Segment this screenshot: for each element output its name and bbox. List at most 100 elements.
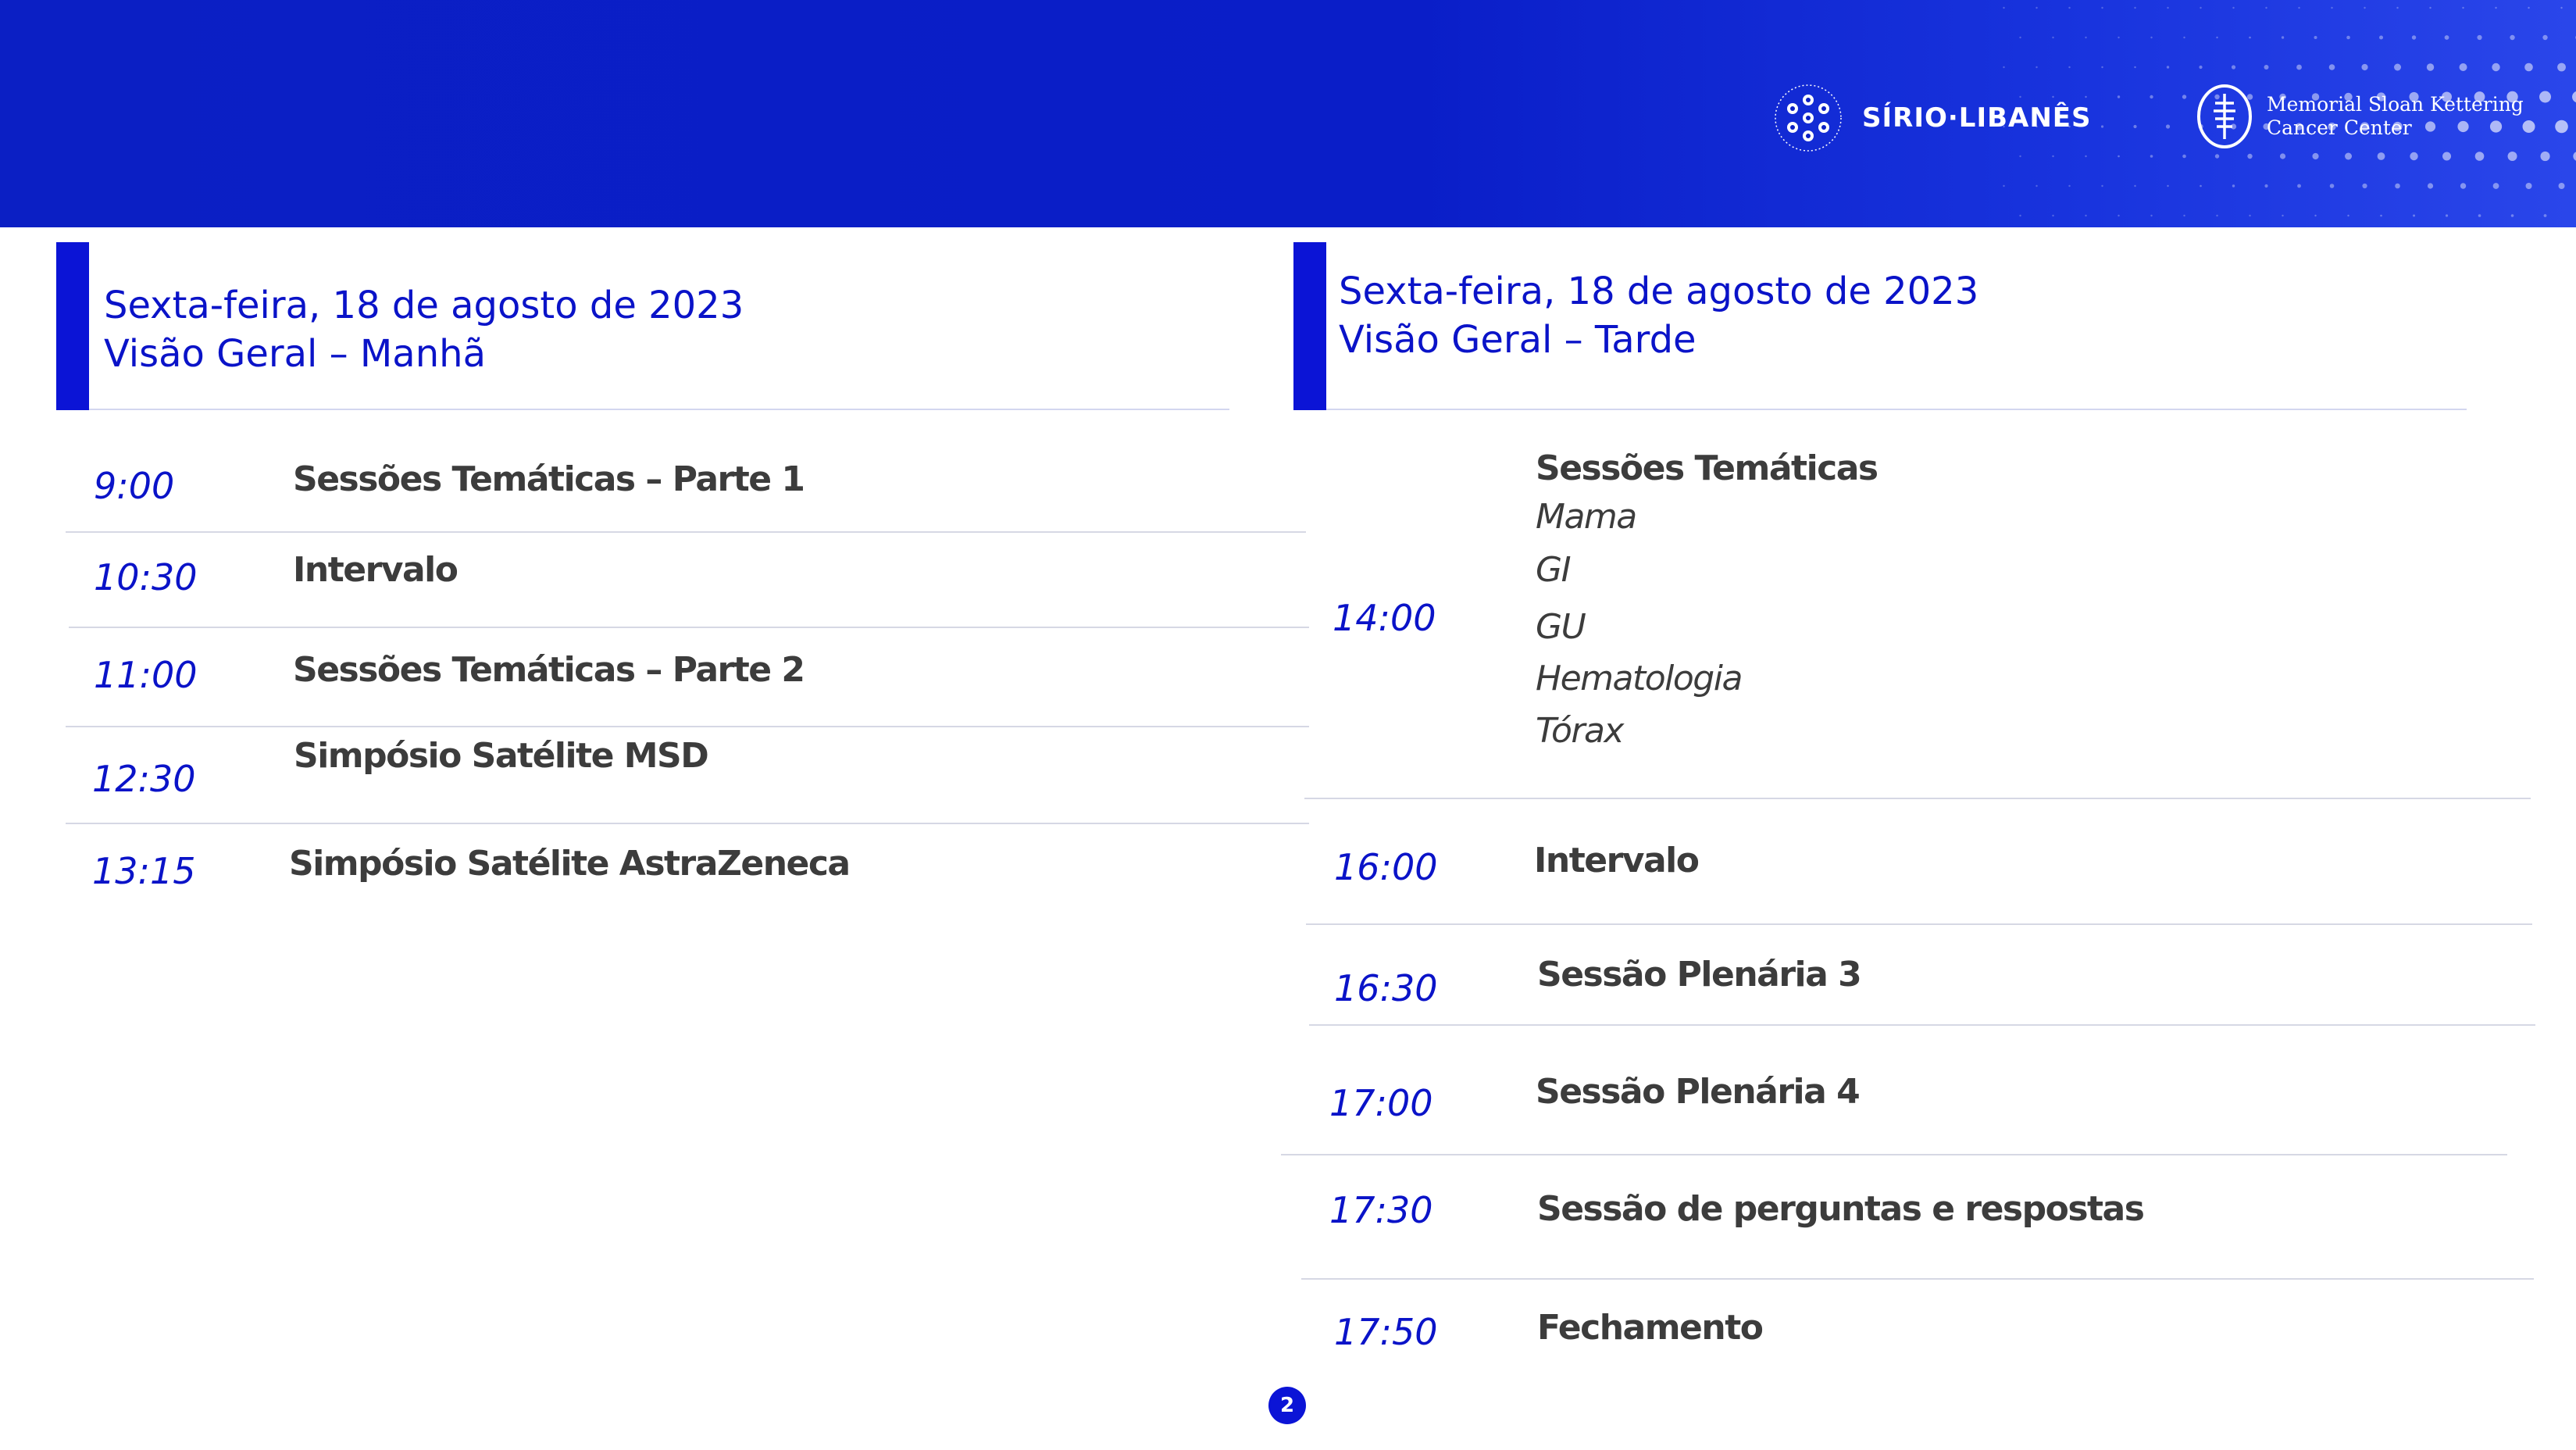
decorative-dot — [2117, 95, 2121, 98]
decorative-dot — [2232, 6, 2235, 9]
decorative-dot — [2445, 214, 2449, 217]
decorative-dot — [2019, 155, 2021, 158]
decorative-dot — [2249, 214, 2251, 217]
morning-session-title: Simpósio Satélite AstraZeneca — [289, 844, 851, 884]
decorative-dot — [2573, 152, 2576, 161]
row-divider — [66, 726, 1309, 727]
afternoon-subtitle: Visão Geral – Tarde — [1339, 318, 1697, 362]
decorative-dot — [2539, 91, 2552, 103]
decorative-dot — [2035, 6, 2038, 9]
row-divider — [1304, 798, 2531, 799]
decorative-dot — [2380, 214, 2382, 217]
decorative-dot — [2085, 36, 2087, 39]
afternoon-title-divider — [1326, 409, 2467, 410]
morning-session-title: Intervalo — [293, 550, 458, 590]
decorative-dot — [2265, 6, 2267, 9]
row-divider — [66, 531, 1306, 533]
decorative-dot — [2510, 214, 2514, 217]
decorative-dot — [2167, 184, 2169, 188]
decorative-dot — [2312, 152, 2319, 160]
morning-date: Sexta-feira, 18 de agosto de 2023 — [104, 284, 744, 327]
decorative-dot — [2264, 184, 2268, 188]
decorative-dot — [2200, 184, 2202, 188]
decorative-dot — [2183, 36, 2185, 39]
decorative-dot — [2492, 183, 2499, 189]
decorative-dot — [2133, 124, 2137, 129]
msk-logo: Memorial Sloan Kettering Cancer Center — [2195, 81, 2524, 152]
decorative-dot — [2462, 6, 2464, 9]
decorative-dot — [2510, 34, 2515, 41]
decorative-dot — [2429, 6, 2432, 9]
decorative-dot — [2003, 66, 2005, 69]
decorative-dot — [2296, 64, 2302, 70]
morning-time: 10:30 — [94, 556, 198, 598]
decorative-dot — [2068, 184, 2071, 188]
decorative-dot — [2200, 6, 2202, 9]
decorative-dot — [2298, 6, 2300, 9]
decorative-dot — [2427, 183, 2434, 189]
decorative-dot — [2003, 184, 2005, 188]
decorative-dot — [2460, 183, 2467, 189]
decorative-dot — [2085, 155, 2087, 158]
decorative-dot — [2100, 125, 2104, 128]
decorative-dot — [2101, 66, 2103, 69]
decorative-dot — [2166, 66, 2170, 69]
afternoon-time: 16:00 — [1334, 846, 1438, 888]
decorative-dot — [2019, 214, 2021, 217]
decorative-dot — [2264, 65, 2269, 70]
decorative-dot — [2232, 184, 2235, 188]
morning-session-title: Simpósio Satélite MSD — [294, 736, 709, 776]
decorative-dot — [2410, 152, 2418, 161]
decorative-dot — [2199, 65, 2203, 70]
msk-emblem-icon — [2197, 84, 2252, 148]
decorative-dot — [2540, 151, 2550, 162]
decorative-dot — [2345, 152, 2353, 160]
decorative-dot — [2542, 34, 2548, 41]
decorative-dot — [2216, 36, 2218, 39]
sirio-libanes-logo: SÍRIO·LIBANÊS — [1773, 83, 2092, 153]
decorative-dot — [2444, 35, 2449, 40]
decorative-dot — [2442, 152, 2452, 161]
decorative-dot — [2150, 155, 2153, 158]
page-number-badge: 2 — [1268, 1387, 1306, 1424]
decorative-dot — [2413, 214, 2416, 217]
afternoon-time: 17:00 — [1329, 1082, 1433, 1124]
decorative-dot — [2525, 183, 2532, 189]
decorative-dot — [2279, 153, 2286, 159]
msk-name-line1: Memorial Sloan Kettering — [2267, 93, 2524, 116]
afternoon-topic: Hematologia — [1536, 659, 1743, 698]
decorative-dot — [2085, 214, 2087, 217]
morning-subtitle: Visão Geral – Manhã — [104, 332, 486, 376]
decorative-dot — [2134, 184, 2136, 188]
decorative-dot — [2281, 36, 2285, 39]
afternoon-time: 14:00 — [1333, 597, 1436, 639]
afternoon-title: Sexta-feira, 18 de agosto de 2023 Visão … — [1339, 267, 1978, 364]
decorative-dot — [2426, 63, 2435, 71]
decorative-dot — [2361, 63, 2368, 71]
row-divider — [1306, 923, 2532, 925]
row-divider — [1281, 1154, 2507, 1155]
morning-title: Sexta-feira, 18 de agosto de 2023 Visão … — [104, 281, 744, 378]
decorative-dot — [2052, 214, 2054, 217]
morning-time: 13:15 — [92, 850, 196, 892]
decorative-dot — [2068, 66, 2071, 69]
decorative-dot — [2216, 214, 2218, 217]
msk-name-line2: Cancer Center — [2267, 116, 2412, 139]
decorative-dot — [2560, 6, 2563, 9]
decorative-dot — [2182, 154, 2186, 159]
decorative-dot — [2247, 153, 2253, 159]
morning-time: 12:30 — [92, 758, 196, 800]
decorative-dot — [2118, 155, 2120, 158]
decorative-dot — [2329, 184, 2335, 188]
afternoon-time: 16:30 — [1334, 967, 1438, 1009]
afternoon-session-title: Fechamento — [1537, 1308, 1764, 1348]
afternoon-session-title: Sessão Plenária 4 — [1536, 1072, 1861, 1112]
afternoon-session-title: Sessões Temáticas — [1536, 448, 1878, 488]
decorative-dot — [2522, 120, 2535, 133]
decorative-dot — [2394, 63, 2402, 71]
afternoon-time: 17:50 — [1334, 1311, 1438, 1353]
afternoon-session-title: Intervalo — [1534, 841, 1700, 880]
afternoon-session-title: Sessão Plenária 3 — [1537, 955, 1862, 995]
sirio-libanes-emblem-icon — [1775, 84, 1842, 152]
decorative-dot — [2314, 214, 2317, 217]
